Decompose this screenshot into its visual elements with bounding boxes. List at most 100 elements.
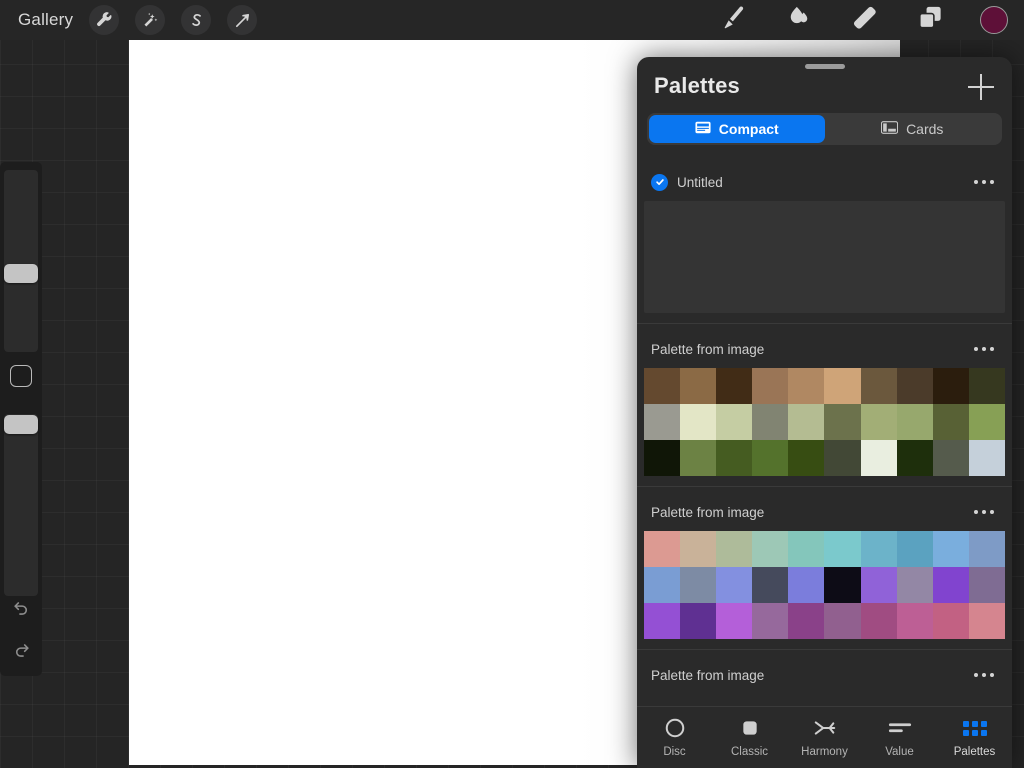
color-swatch[interactable] xyxy=(932,603,969,639)
value-bars-icon xyxy=(888,717,912,739)
erase-button[interactable] xyxy=(848,5,880,35)
palette-name: Palette from image xyxy=(651,667,765,683)
color-swatch[interactable] xyxy=(896,603,933,639)
color-swatch[interactable] xyxy=(824,368,861,404)
color-swatch[interactable] xyxy=(716,368,753,404)
color-swatch[interactable] xyxy=(788,404,825,440)
color-swatch[interactable] xyxy=(896,404,933,440)
transform-button[interactable] xyxy=(227,5,258,35)
color-swatch[interactable] xyxy=(752,368,789,404)
color-swatch[interactable] xyxy=(932,368,969,404)
color-swatch[interactable] xyxy=(644,531,681,567)
gallery-button[interactable]: Gallery xyxy=(18,10,73,30)
view-mode-cards[interactable]: Cards xyxy=(825,115,1001,143)
color-swatch[interactable] xyxy=(788,603,825,639)
color-swatch[interactable] xyxy=(752,567,789,603)
smudge-button[interactable] xyxy=(782,5,814,35)
undo-button[interactable] xyxy=(8,598,34,624)
color-swatch[interactable] xyxy=(860,567,897,603)
color-swatch[interactable] xyxy=(680,404,717,440)
palette-header: Palette from image xyxy=(637,497,1012,527)
color-swatch[interactable] xyxy=(968,567,1005,603)
color-swatch[interactable] xyxy=(716,567,753,603)
color-swatch[interactable] xyxy=(896,567,933,603)
color-swatch[interactable] xyxy=(680,567,717,603)
color-swatch[interactable] xyxy=(932,567,969,603)
color-swatch[interactable] xyxy=(716,603,753,639)
color-swatch[interactable] xyxy=(788,531,825,567)
color-swatch-icon[interactable] xyxy=(980,6,1008,34)
palette-header: Palette from image xyxy=(637,334,1012,364)
color-swatch[interactable] xyxy=(860,603,897,639)
color-swatch[interactable] xyxy=(824,404,861,440)
color-swatch[interactable] xyxy=(860,531,897,567)
color-swatch[interactable] xyxy=(968,368,1005,404)
color-swatch[interactable] xyxy=(716,531,753,567)
color-swatch[interactable] xyxy=(968,404,1005,440)
palette-menu-button[interactable] xyxy=(973,509,994,515)
color-swatch[interactable] xyxy=(860,404,897,440)
color-swatch[interactable] xyxy=(788,440,825,476)
color-swatch[interactable] xyxy=(644,404,681,440)
modify-button[interactable] xyxy=(10,365,32,387)
color-swatch[interactable] xyxy=(752,404,789,440)
color-swatch[interactable] xyxy=(968,603,1005,639)
opacity-slider-handle[interactable] xyxy=(4,415,38,434)
brush-size-slider-track[interactable] xyxy=(4,170,38,352)
color-swatch[interactable] xyxy=(896,531,933,567)
color-swatch[interactable] xyxy=(644,368,681,404)
selection-button[interactable] xyxy=(181,5,212,35)
palette-menu-button[interactable] xyxy=(973,672,994,678)
color-swatch[interactable] xyxy=(680,440,717,476)
tab-harmony[interactable]: Harmony xyxy=(787,707,862,768)
opacity-slider-track[interactable] xyxy=(4,414,38,596)
color-swatch[interactable] xyxy=(752,531,789,567)
brush-size-slider-handle[interactable] xyxy=(4,264,38,283)
color-swatch[interactable] xyxy=(716,440,753,476)
color-swatch[interactable] xyxy=(896,368,933,404)
tab-value-label: Value xyxy=(885,746,914,758)
color-swatch[interactable] xyxy=(680,603,717,639)
color-swatch[interactable] xyxy=(932,531,969,567)
color-swatch[interactable] xyxy=(824,440,861,476)
color-swatch[interactable] xyxy=(752,603,789,639)
view-mode-compact[interactable]: Compact xyxy=(649,115,825,143)
tab-value[interactable]: Value xyxy=(862,707,937,768)
paint-button[interactable] xyxy=(716,5,748,35)
palettes-list[interactable]: Untitled Palette from image Palette from… xyxy=(637,157,1012,708)
redo-button[interactable] xyxy=(8,640,34,666)
palette-swatch-row xyxy=(644,603,1005,639)
palette-menu-button[interactable] xyxy=(973,346,994,352)
color-swatch[interactable] xyxy=(644,603,681,639)
color-swatch[interactable] xyxy=(644,567,681,603)
actions-button[interactable] xyxy=(89,5,120,35)
color-swatch[interactable] xyxy=(860,440,897,476)
color-swatch[interactable] xyxy=(824,531,861,567)
color-swatch[interactable] xyxy=(680,531,717,567)
color-swatch[interactable] xyxy=(968,531,1005,567)
color-swatch[interactable] xyxy=(896,440,933,476)
color-swatch[interactable] xyxy=(752,440,789,476)
color-swatch[interactable] xyxy=(932,404,969,440)
color-swatch[interactable] xyxy=(716,404,753,440)
color-swatch[interactable] xyxy=(788,567,825,603)
palette-selected-check-icon[interactable] xyxy=(651,173,668,191)
palette-menu-button[interactable] xyxy=(973,179,994,185)
color-swatch[interactable] xyxy=(644,440,681,476)
color-swatch[interactable] xyxy=(680,368,717,404)
color-swatch[interactable] xyxy=(824,603,861,639)
adjustments-button[interactable] xyxy=(135,5,166,35)
palette-item: Untitled xyxy=(637,167,1012,324)
color-swatch[interactable] xyxy=(788,368,825,404)
tab-disc[interactable]: Disc xyxy=(637,707,712,768)
color-swatch[interactable] xyxy=(968,440,1005,476)
tab-palettes[interactable]: Palettes xyxy=(937,707,1012,768)
color-swatch[interactable] xyxy=(932,440,969,476)
layers-button[interactable] xyxy=(914,5,946,35)
color-swatch[interactable] xyxy=(824,567,861,603)
harmony-icon xyxy=(813,717,837,739)
add-palette-button[interactable] xyxy=(968,74,994,100)
color-swatch[interactable] xyxy=(860,368,897,404)
tab-classic[interactable]: Classic xyxy=(712,707,787,768)
palette-swatch-grid-empty[interactable] xyxy=(644,201,1005,313)
